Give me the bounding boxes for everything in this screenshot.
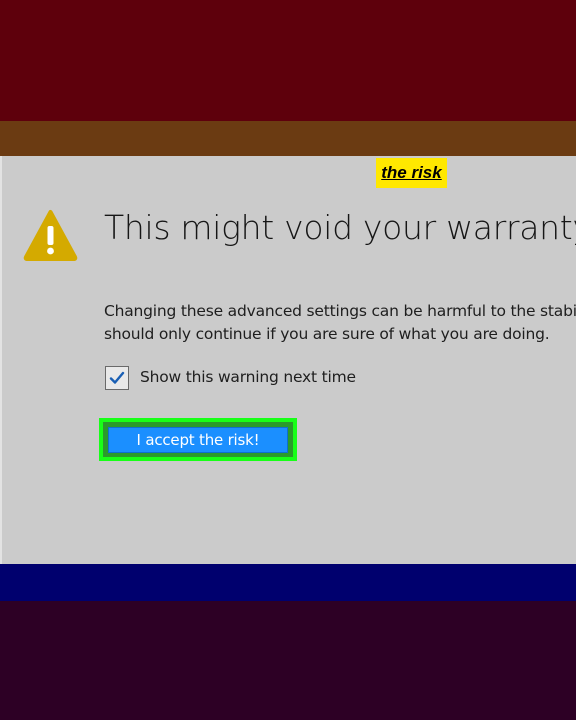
brown-color-band [0, 121, 576, 156]
description-line-1: Changing these advanced settings can be … [104, 302, 576, 320]
dialog-title: This might void your warranty! [104, 208, 576, 247]
accept-risk-button[interactable]: I accept the risk! [108, 427, 288, 453]
dialog-description: Changing these advanced settings can be … [104, 300, 576, 346]
bottom-color-band [0, 601, 576, 720]
checkmark-icon [109, 371, 125, 384]
description-line-2: should only continue if you are sure of … [104, 325, 550, 343]
blue-color-band [0, 564, 576, 601]
show-warning-label[interactable]: Show this warning next time [140, 368, 356, 386]
show-warning-checkbox[interactable] [105, 366, 129, 390]
warning-triangle-icon [23, 210, 78, 261]
annotation-label: the risk [376, 158, 447, 188]
annotation-text: the risk [381, 163, 442, 182]
top-color-band [0, 0, 576, 121]
